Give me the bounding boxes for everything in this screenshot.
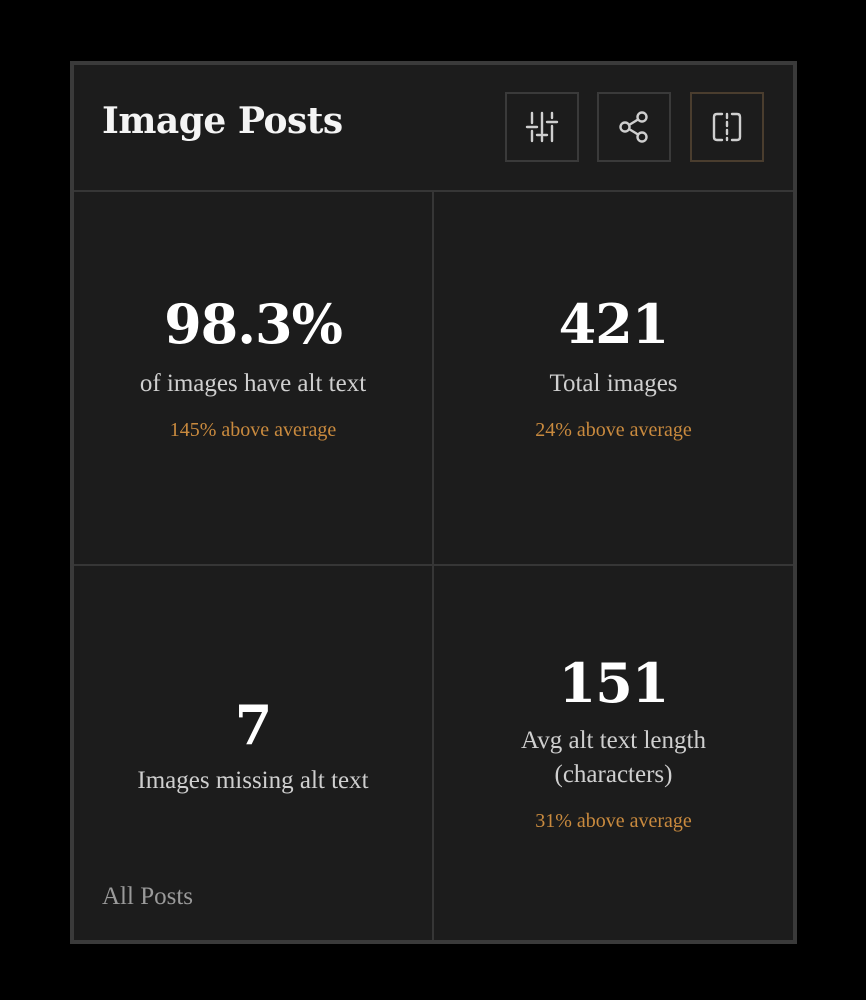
share-icon: [617, 110, 651, 144]
stat-label: Images missing alt text: [137, 767, 369, 794]
stat-avg-alt-length: 151 Avg alt text length (characters) 31%…: [434, 656, 793, 833]
split-view-icon: [710, 110, 744, 144]
stat-label-line2: (characters): [554, 761, 673, 788]
stat-images-missing-alt: 7 Images missing alt text: [74, 698, 432, 798]
stat-total-images: 421 Total images 24% above average: [434, 297, 793, 442]
sliders-icon: [525, 110, 559, 144]
image-posts-card: Image Posts 98.3% of images have alt tex…: [70, 61, 797, 944]
split-view-button[interactable]: [690, 92, 764, 162]
stat-label: of images have alt text: [139, 370, 367, 397]
stat-label-line1: Avg alt text length: [521, 727, 706, 754]
share-button[interactable]: [597, 92, 671, 162]
stat-value: 421: [558, 292, 670, 356]
filter-button[interactable]: [505, 92, 579, 162]
card-header: Image Posts: [74, 65, 793, 192]
stat-value: 151: [558, 651, 670, 715]
stat-alt-text-coverage: 98.3% of images have alt text 145% above…: [74, 297, 432, 442]
stat-delta: 24% above average: [535, 419, 692, 441]
stat-label: Total images: [549, 370, 678, 397]
stat-delta: 31% above average: [535, 810, 692, 832]
card-title: Image Posts: [102, 100, 343, 142]
stat-delta: 145% above average: [169, 419, 337, 441]
all-posts-link[interactable]: All Posts: [102, 883, 193, 911]
stat-value: 98.3%: [164, 292, 343, 356]
stat-value: 7: [234, 693, 273, 757]
grid-divider-horizontal: [74, 564, 793, 566]
